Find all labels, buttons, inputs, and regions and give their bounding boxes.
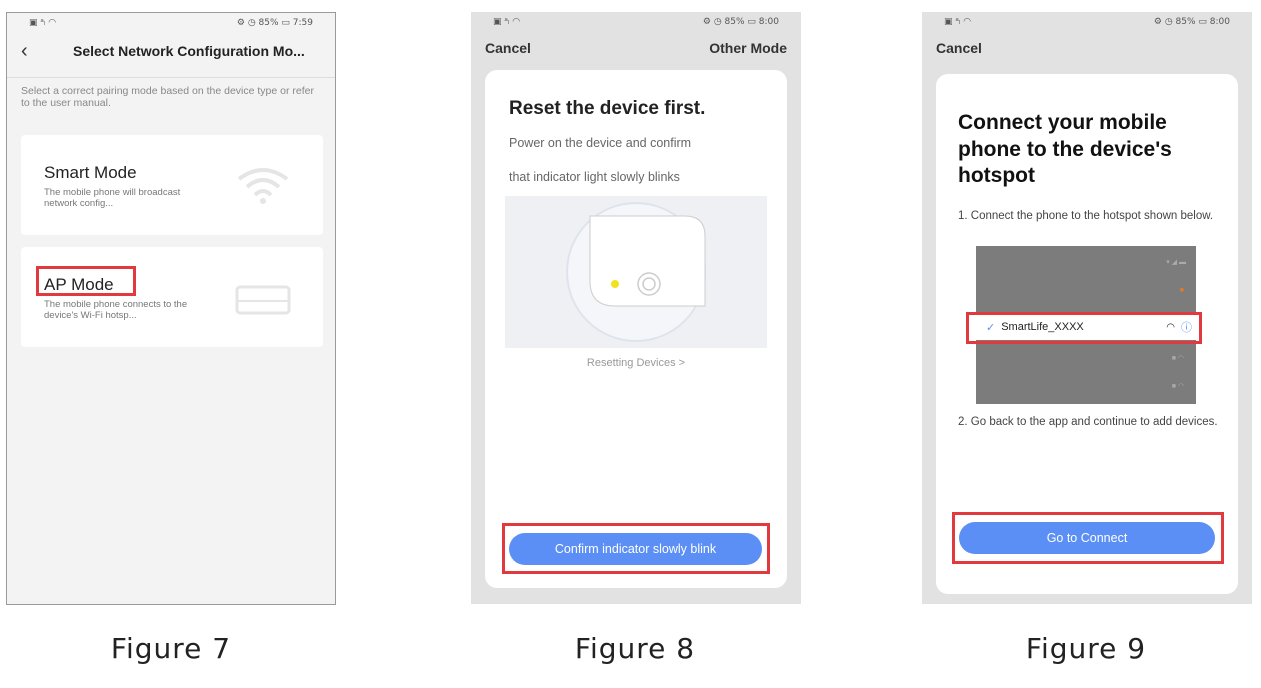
resetting-devices-link[interactable]: Resetting Devices > bbox=[485, 357, 787, 369]
connect-highlight bbox=[952, 512, 1224, 564]
status-right: ⚙ ◷ 85% ▭ 8:00 bbox=[1153, 17, 1230, 27]
page-title: Select Network Configuration Mo... bbox=[73, 43, 305, 59]
figure-8-screen: ▣ ᵃₗ ◠ ⚙ ◷ 85% ▭ 8:00 Cancel Other Mode … bbox=[471, 12, 801, 604]
status-right: ⚙ ◷ 85% ▭ 7:59 bbox=[236, 18, 313, 28]
wifi-icon bbox=[237, 168, 289, 204]
instruction-line-1: Power on the device and confirm bbox=[509, 136, 692, 150]
instruction-line-2: that indicator light slowly blinks bbox=[509, 170, 680, 184]
ap-mode-highlight bbox=[36, 266, 136, 296]
other-mode-button[interactable]: Other Mode bbox=[709, 40, 787, 56]
smart-mode-card[interactable]: Smart Mode The mobile phone will broadca… bbox=[21, 135, 323, 235]
cancel-button[interactable]: Cancel bbox=[936, 40, 982, 56]
confirm-highlight bbox=[502, 523, 770, 574]
back-arrow-icon[interactable]: ‹ bbox=[21, 40, 28, 63]
lock-icon: ■ ◠ bbox=[1171, 383, 1184, 390]
reset-panel: Reset the device first. Power on the dev… bbox=[485, 70, 787, 588]
nav-bar: ‹ Select Network Configuration Mo... bbox=[7, 37, 335, 67]
status-right: ⚙ ◷ 85% ▭ 8:00 bbox=[702, 17, 779, 27]
wifi-row: ■ ◠ bbox=[976, 378, 1196, 394]
router-icon bbox=[235, 285, 291, 315]
top-actions: Cancel bbox=[936, 40, 1238, 56]
figure-9-screen: ▣ ᵃₗ ◠ ⚙ ◷ 85% ▭ 8:00 Cancel Connect you… bbox=[922, 12, 1252, 604]
instruction-text: Select a correct pairing mode based on t… bbox=[21, 85, 314, 109]
figure-7-screen: ▣ ᵃₗ ◠ ⚙ ◷ 85% ▭ 7:59 ‹ Select Network C… bbox=[6, 12, 336, 605]
status-left: ▣ ᵃₗ ◠ bbox=[944, 17, 972, 27]
ap-mode-card[interactable]: AP Mode The mobile phone connects to the… bbox=[21, 247, 323, 347]
smart-mode-label: Smart Mode bbox=[44, 163, 137, 182]
status-dot-icon: ■ bbox=[1179, 286, 1184, 294]
caption-figure-7: Figure 7 bbox=[110, 632, 232, 665]
wifi-row: ▾ ◢ ▬ bbox=[976, 254, 1196, 270]
signal-icon: ▾ ◢ ▬ bbox=[1166, 259, 1186, 266]
caption-figure-8: Figure 8 bbox=[574, 632, 696, 665]
status-bar: ▣ ᵃₗ ◠ ⚙ ◷ 85% ▭ 8:00 bbox=[471, 12, 801, 32]
ap-mode-desc: The mobile phone connects to the device'… bbox=[44, 299, 188, 321]
wifi-row: ■ bbox=[976, 282, 1196, 298]
top-actions: Cancel Other Mode bbox=[485, 40, 787, 56]
status-left: ▣ ᵃₗ ◠ bbox=[29, 18, 57, 28]
panel-heading: Connect your mobile phone to the device'… bbox=[958, 111, 1172, 187]
panel-heading: Reset the device first. bbox=[509, 98, 706, 119]
step-2-text: 2. Go back to the app and continue to ad… bbox=[958, 416, 1218, 428]
cancel-button[interactable]: Cancel bbox=[485, 40, 531, 56]
caption-figure-9: Figure 9 bbox=[1025, 632, 1147, 665]
hotspot-highlight bbox=[966, 312, 1202, 344]
status-bar: ▣ ᵃₗ ◠ ⚙ ◷ 85% ▭ 7:59 bbox=[7, 13, 335, 33]
step-1-text: 1. Connect the phone to the hotspot show… bbox=[958, 210, 1214, 222]
smart-mode-desc: The mobile phone will broadcast network … bbox=[44, 187, 181, 209]
divider bbox=[7, 77, 335, 78]
lock-icon: ■ ◠ bbox=[1171, 355, 1184, 362]
status-bar: ▣ ᵃₗ ◠ ⚙ ◷ 85% ▭ 8:00 bbox=[922, 12, 1252, 32]
status-left: ▣ ᵃₗ ◠ bbox=[493, 17, 521, 27]
wifi-row: ■ ◠ bbox=[976, 350, 1196, 366]
device-illustration bbox=[505, 196, 767, 348]
device-blink-icon bbox=[566, 202, 706, 342]
